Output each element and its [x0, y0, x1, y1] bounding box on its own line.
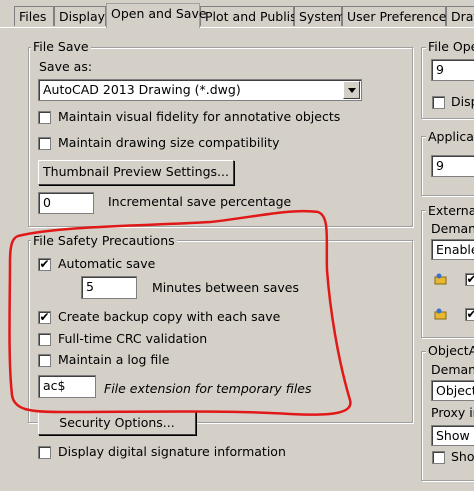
minutes-between-saves-label: Minutes between saves: [152, 280, 299, 295]
backup-copy-label: Create backup copy with each save: [58, 309, 281, 324]
backup-copy-checkbox[interactable]: ✔: [38, 311, 51, 324]
chevron-down-icon[interactable]: [343, 81, 360, 99]
digital-signature-label: Display digital signature information: [58, 444, 286, 459]
show-label: Sho: [451, 449, 474, 464]
panel-top-edge: [0, 27, 474, 28]
incremental-save-label: Incremental save percentage: [108, 194, 292, 209]
temp-file-extension-input[interactable]: ac$: [38, 375, 96, 398]
external-checkbox-2[interactable]: ✔: [465, 308, 474, 321]
tab-display[interactable]: Display: [54, 6, 106, 26]
proxy-label: Proxy in: [431, 405, 474, 420]
tab-user-preferences[interactable]: User Preferences: [342, 6, 453, 26]
disp-label: Disp: [451, 94, 474, 109]
enable-dropdown[interactable]: Enable: [431, 239, 474, 260]
external-title: External: [426, 203, 474, 218]
save-as-dropdown[interactable]: AutoCAD 2013 Drawing (*.dwg): [38, 79, 362, 101]
tab-system[interactable]: System: [294, 6, 346, 26]
drawing-size-checkbox[interactable]: [38, 137, 51, 150]
automatic-save-label: Automatic save: [58, 256, 156, 271]
file-open-input[interactable]: 9: [431, 59, 474, 81]
crc-validation-label: Full-time CRC validation: [58, 331, 208, 346]
security-options-button[interactable]: Security Options...: [38, 411, 196, 435]
minutes-between-saves-input[interactable]: 5: [81, 276, 137, 299]
drawing-size-label: Maintain drawing size compatibility: [58, 135, 280, 150]
log-file-label: Maintain a log file: [58, 352, 170, 367]
tab-bar: Files Display Open and Save Plot and Pub…: [0, 0, 474, 28]
objectarx-title: ObjectAR: [426, 343, 474, 358]
reference-folder-icon-2: [434, 308, 447, 320]
show-checkbox[interactable]: [432, 451, 445, 464]
demand2-label: Demano: [431, 362, 474, 377]
application-input[interactable]: 9: [431, 155, 474, 177]
application-title: Applicatio: [426, 129, 474, 144]
visual-fidelity-label: Maintain visual fidelity for annotative …: [58, 109, 341, 124]
temp-file-extension-label: File extension for temporary files: [104, 381, 312, 396]
tab-drafting[interactable]: Draft: [446, 6, 474, 26]
show-dropdown[interactable]: Show p: [431, 425, 474, 446]
tab-files[interactable]: Files: [14, 6, 54, 26]
external-checkbox-1[interactable]: ✔: [465, 273, 474, 286]
automatic-save-checkbox[interactable]: ✔: [38, 258, 51, 271]
tab-plot-and-publish[interactable]: Plot and Publish: [200, 6, 305, 26]
save-as-value: AutoCAD 2013 Drawing (*.dwg): [43, 82, 241, 97]
object-dropdown[interactable]: Object: [431, 380, 474, 401]
tab-open-and-save[interactable]: Open and Save: [106, 3, 207, 28]
file-open-title: File Ope: [426, 39, 474, 54]
log-file-checkbox[interactable]: [38, 354, 51, 367]
reference-folder-icon: [434, 273, 447, 285]
thumbnail-preview-settings-button[interactable]: Thumbnail Preview Settings...: [38, 160, 234, 185]
file-safety-title: File Safety Precautions: [31, 233, 177, 248]
save-as-label: Save as:: [39, 59, 93, 74]
crc-validation-checkbox[interactable]: [38, 333, 51, 346]
digital-signature-checkbox[interactable]: [38, 446, 51, 459]
incremental-save-input[interactable]: 0: [38, 192, 94, 214]
visual-fidelity-checkbox[interactable]: [38, 111, 51, 124]
file-save-title: File Save: [31, 39, 91, 54]
disp-checkbox[interactable]: [432, 96, 445, 109]
demand-label: Demane: [431, 221, 474, 236]
